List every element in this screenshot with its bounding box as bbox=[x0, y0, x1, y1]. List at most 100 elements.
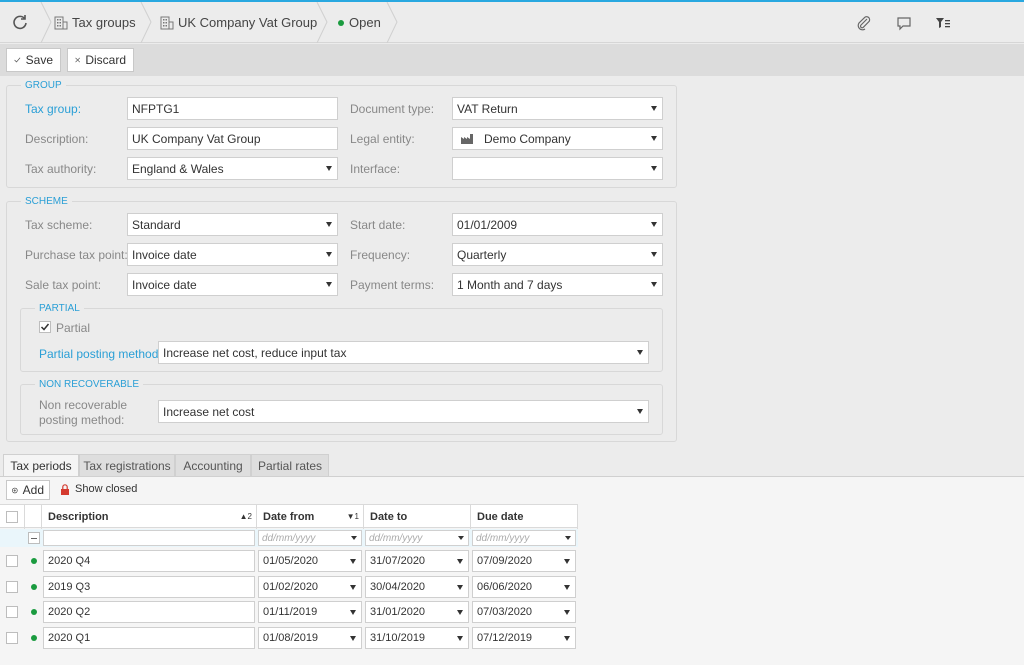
scheme-section-title: SCHEME bbox=[21, 196, 72, 207]
tax-authority-select[interactable]: England & Wales bbox=[127, 157, 338, 180]
column-label: Date to bbox=[370, 511, 408, 523]
chevron-down-icon bbox=[651, 135, 658, 142]
breadcrumb-tax-groups[interactable]: Tax groups bbox=[54, 2, 136, 43]
chevron-down-icon bbox=[326, 251, 333, 258]
paperclip-icon[interactable] bbox=[856, 15, 872, 31]
row-date-to-picker[interactable]: 31/01/2020 bbox=[365, 601, 469, 623]
legal-entity-value: Demo Company bbox=[484, 131, 571, 146]
legal-entity-label: Legal entity: bbox=[350, 132, 415, 146]
comment-icon[interactable] bbox=[896, 15, 912, 31]
chevron-down-icon bbox=[326, 221, 333, 228]
description-input[interactable]: UK Company Vat Group bbox=[127, 127, 338, 150]
row-description-input[interactable]: 2020 Q4 bbox=[43, 550, 255, 572]
chevron-down-icon bbox=[350, 558, 357, 565]
column-header-date-to[interactable]: Date to bbox=[364, 505, 471, 529]
breadcrumb-separator bbox=[386, 2, 398, 43]
filter-due-date-input[interactable]: dd/mm/yyyy bbox=[472, 530, 576, 546]
column-label: Description bbox=[48, 511, 109, 523]
partial-posting-method-select[interactable]: Increase net cost, reduce input tax bbox=[158, 341, 649, 364]
chevron-down-icon bbox=[457, 584, 464, 591]
partial-checkbox[interactable] bbox=[39, 321, 51, 333]
select-all-checkbox[interactable] bbox=[6, 511, 18, 523]
table-row[interactable]: 2020 Q1 01/08/2019 31/10/2019 07/12/2019 bbox=[0, 625, 578, 650]
breadcrumb-status[interactable]: Open bbox=[338, 2, 381, 43]
start-date-picker[interactable]: 01/01/2009 bbox=[452, 213, 663, 236]
description-value: UK Company Vat Group bbox=[132, 131, 261, 146]
chevron-down-icon bbox=[564, 609, 571, 616]
row-date-to-picker[interactable]: 31/10/2019 bbox=[365, 627, 469, 649]
show-closed-toggle[interactable]: Show closed bbox=[60, 483, 137, 495]
row-date-to-picker[interactable]: 31/07/2020 bbox=[365, 550, 469, 572]
frequency-value: Quarterly bbox=[457, 247, 507, 262]
legal-entity-select[interactable]: Demo Company bbox=[452, 127, 663, 150]
cell-value: 01/08/2019 bbox=[263, 632, 319, 644]
show-closed-label: Show closed bbox=[75, 483, 138, 495]
column-header-due-date[interactable]: Due date bbox=[471, 505, 578, 529]
building-icon bbox=[54, 16, 68, 30]
add-button[interactable]: Add bbox=[6, 480, 50, 500]
row-date-from-picker[interactable]: 01/05/2020 bbox=[258, 550, 362, 572]
table-row[interactable]: 2020 Q4 01/05/2020 31/07/2020 07/09/2020 bbox=[0, 548, 578, 573]
payment-terms-select[interactable]: 1 Month and 7 days bbox=[452, 273, 663, 296]
breadcrumb-tax-group[interactable]: UK Company Vat Group bbox=[160, 2, 317, 43]
non-recoverable-label-line2: posting method: bbox=[39, 413, 125, 427]
tab-label: Tax registrations bbox=[83, 458, 171, 473]
chevron-down-icon bbox=[457, 558, 464, 565]
document-type-select[interactable]: VAT Return bbox=[452, 97, 663, 120]
filter-date-from-input[interactable]: dd/mm/yyyy bbox=[258, 530, 362, 546]
frequency-label: Frequency: bbox=[350, 248, 411, 262]
chevron-down-icon bbox=[565, 535, 571, 541]
sale-tax-point-select[interactable]: Invoice date bbox=[127, 273, 338, 296]
row-checkbox[interactable] bbox=[6, 581, 18, 593]
row-due-date-picker[interactable]: 07/09/2020 bbox=[472, 550, 576, 572]
column-header-description[interactable]: Description ▲2 bbox=[42, 505, 257, 529]
row-description-input[interactable]: 2020 Q2 bbox=[43, 601, 255, 623]
table-row[interactable]: 2020 Q2 01/11/2019 31/01/2020 07/03/2020 bbox=[0, 599, 578, 624]
column-header-date-from[interactable]: Date from ▼1 bbox=[257, 505, 364, 529]
grid-filter-row: dd/mm/yyyy dd/mm/yyyy dd/mm/yyyy bbox=[0, 529, 578, 547]
chevron-down-icon bbox=[350, 609, 357, 616]
factory-icon bbox=[460, 133, 474, 145]
frequency-select[interactable]: Quarterly bbox=[452, 243, 663, 266]
non-recoverable-section-title: NON RECOVERABLE bbox=[35, 379, 144, 390]
filter-status-toggle[interactable] bbox=[28, 532, 40, 544]
row-due-date-picker[interactable]: 07/03/2020 bbox=[472, 601, 576, 623]
payment-terms-label: Payment terms: bbox=[350, 278, 435, 292]
tax-scheme-select[interactable]: Standard bbox=[127, 213, 338, 236]
refresh-icon[interactable] bbox=[11, 13, 29, 31]
non-recoverable-posting-method-select[interactable]: Increase net cost bbox=[158, 400, 649, 423]
discard-button[interactable]: Discard bbox=[67, 48, 134, 72]
row-description-input[interactable]: 2020 Q1 bbox=[43, 627, 255, 649]
purchase-tax-point-select[interactable]: Invoice date bbox=[127, 243, 338, 266]
row-date-to-picker[interactable]: 30/04/2020 bbox=[365, 576, 469, 598]
filter-date-to-input[interactable]: dd/mm/yyyy bbox=[365, 530, 469, 546]
chevron-down-icon bbox=[651, 281, 658, 288]
tab-tax-periods[interactable]: Tax periods bbox=[3, 454, 79, 477]
chevron-down-icon bbox=[350, 635, 357, 642]
payment-terms-value: 1 Month and 7 days bbox=[457, 277, 563, 292]
tab-bar: Tax periods Tax registrations Accounting… bbox=[0, 454, 1024, 477]
row-checkbox[interactable] bbox=[6, 606, 18, 618]
row-due-date-picker[interactable]: 07/12/2019 bbox=[472, 627, 576, 649]
tab-accounting[interactable]: Accounting bbox=[175, 454, 251, 476]
save-button[interactable]: Save bbox=[6, 48, 61, 72]
row-date-from-picker[interactable]: 01/02/2020 bbox=[258, 576, 362, 598]
tab-tax-registrations[interactable]: Tax registrations bbox=[79, 454, 175, 476]
partial-posting-method-label: Partial posting method: bbox=[39, 347, 162, 361]
table-row[interactable]: 2019 Q3 01/02/2020 30/04/2020 06/06/2020 bbox=[0, 574, 578, 599]
save-label: Save bbox=[25, 53, 53, 67]
row-checkbox[interactable] bbox=[6, 555, 18, 567]
row-date-from-picker[interactable]: 01/08/2019 bbox=[258, 627, 362, 649]
interface-select[interactable] bbox=[452, 157, 663, 180]
chevron-down-icon bbox=[458, 535, 464, 541]
row-date-from-picker[interactable]: 01/11/2019 bbox=[258, 601, 362, 623]
row-description-input[interactable]: 2019 Q3 bbox=[43, 576, 255, 598]
row-due-date-picker[interactable]: 06/06/2020 bbox=[472, 576, 576, 598]
filter-description-input[interactable] bbox=[43, 530, 255, 546]
tax-group-input[interactable]: NFPTG1 bbox=[127, 97, 338, 120]
filter-list-icon[interactable] bbox=[935, 15, 951, 31]
tax-scheme-label: Tax scheme: bbox=[25, 218, 93, 232]
row-checkbox[interactable] bbox=[6, 632, 18, 644]
filter-placeholder: dd/mm/yyyy bbox=[476, 532, 530, 544]
tab-partial-rates[interactable]: Partial rates bbox=[251, 454, 329, 476]
